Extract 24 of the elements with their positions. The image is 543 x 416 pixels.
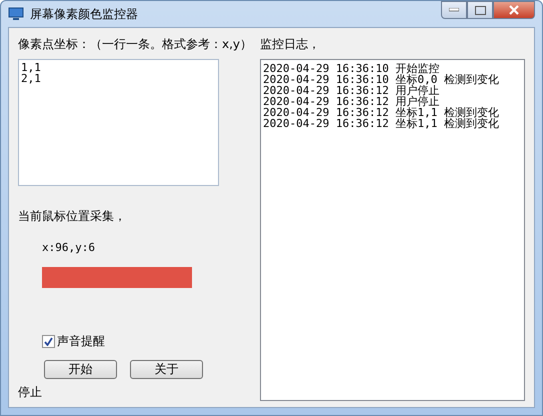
- maximize-button[interactable]: [467, 1, 493, 19]
- log-line: 2020-04-29 16:36:10 坐标0,0 检测到变化: [263, 74, 500, 85]
- status-text: 停止: [18, 384, 43, 401]
- close-button[interactable]: [493, 1, 535, 19]
- log-line: 2020-04-29 16:36:12 坐标1,1 检测到变化: [263, 118, 500, 129]
- coordinates-label: 像素点坐标：（一行一条。格式参考：x,y）: [18, 36, 250, 53]
- monitor-icon: [8, 7, 24, 21]
- log-line: 2020-04-29 16:36:10 开始监控: [263, 63, 440, 74]
- sound-alert-checkbox[interactable]: 声音提醒: [42, 333, 105, 350]
- action-button[interactable]: 开始: [44, 360, 117, 379]
- mouse-position-text: x:96,y:6: [42, 241, 96, 254]
- log-line: 2020-04-29 16:36:12 坐标1,1 检测到变化: [263, 107, 500, 118]
- window-title: 屏幕像素颜色监控器: [30, 6, 138, 22]
- log-line: 2020-04-29 16:36:12 用户停止: [263, 85, 440, 96]
- minimize-icon: [449, 8, 459, 12]
- mouse-position-label: 当前鼠标位置采集，: [18, 208, 127, 225]
- close-icon: [508, 5, 520, 15]
- minimize-button[interactable]: [441, 1, 467, 19]
- maximize-icon: [474, 6, 486, 14]
- log-line: 2020-04-29 16:36:12 用户停止: [263, 96, 440, 107]
- checkbox-icon[interactable]: [42, 335, 55, 348]
- coordinates-field[interactable]: 1,1 2,1: [18, 59, 219, 186]
- log-label: 监控日志，: [260, 36, 321, 53]
- action-button[interactable]: 关于: [130, 360, 203, 379]
